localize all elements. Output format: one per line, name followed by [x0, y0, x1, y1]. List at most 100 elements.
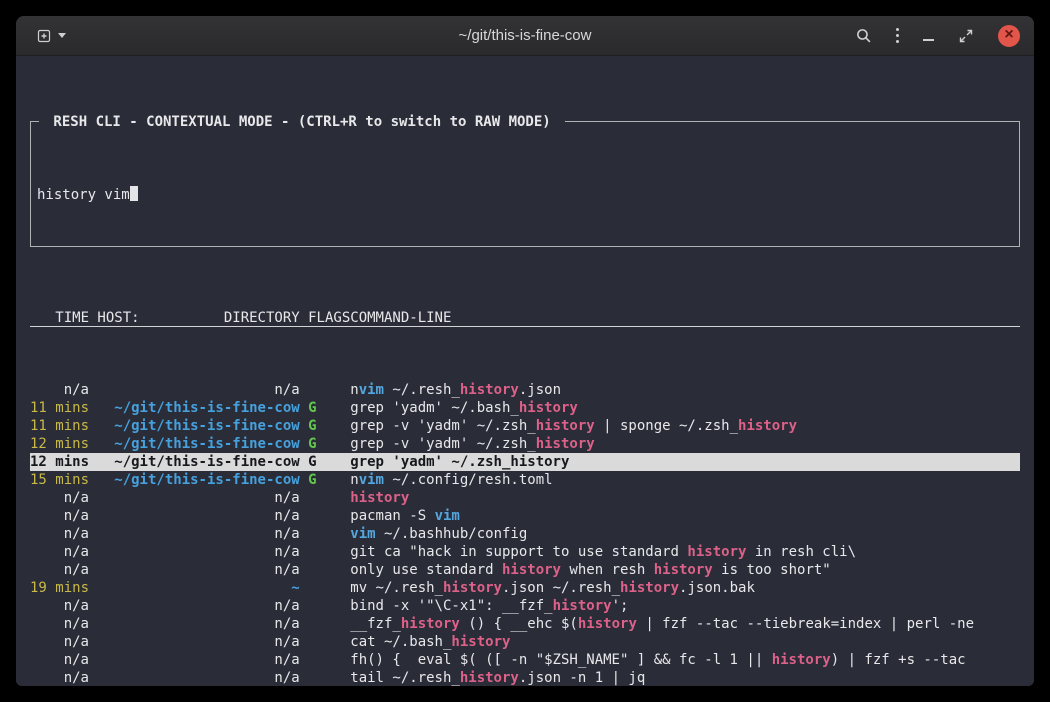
row-flags — [308, 669, 350, 686]
row-command: grep -v 'yadm' ~/.zsh_history — [350, 435, 1020, 453]
match-history: history — [553, 598, 612, 614]
command-text: bind -x '"\C-x1": __fzf_ — [350, 598, 552, 614]
row-command: history — [350, 489, 1020, 507]
row-time: n/a — [30, 615, 89, 633]
history-row[interactable]: 12 mins ~/git/this-is-fine-cow Ggrep -v 'y… — [30, 435, 1020, 453]
chevron-down-icon — [58, 33, 66, 38]
match-history: history — [772, 652, 831, 668]
match-history: history — [502, 562, 561, 578]
match-history: history — [401, 616, 460, 632]
row-time: n/a — [30, 597, 89, 615]
row-command: only use standard history when resh hist… — [350, 561, 1020, 579]
row-time: 15 mins — [30, 471, 89, 489]
command-text: __fzf_ — [350, 616, 401, 632]
minimize-icon — [923, 39, 934, 41]
history-row-selected[interactable]: 12 mins~/git/this-is-fine-cowGgrep 'yadm… — [30, 453, 1020, 471]
row-command: __fzf_history () { __ehc $(history | fzf… — [350, 615, 1020, 633]
match-history: history — [687, 544, 746, 560]
match-vim: vim — [435, 508, 460, 524]
history-row[interactable]: n/an/aonly use standard history when res… — [30, 561, 1020, 579]
match-history: history — [460, 670, 519, 686]
row-flags — [308, 561, 350, 579]
row-location: n/a — [97, 543, 299, 561]
minimize-button[interactable] — [919, 27, 938, 45]
command-text: ~/.bashhub/config — [376, 526, 528, 542]
row-time: n/a — [30, 381, 89, 399]
history-row[interactable]: 19 mins~mv ~/.resh_history.json ~/.resh_… — [30, 579, 1020, 597]
history-row[interactable]: n/an/acat ~/.bash_history — [30, 633, 1020, 651]
command-text: .json ~/.resh_ — [502, 580, 620, 596]
row-location: ~ — [97, 579, 299, 597]
row-location: n/a — [97, 669, 299, 686]
command-text: cat ~/.bash_ — [350, 634, 451, 650]
row-location: ~/git/this-is-fine-cow — [97, 471, 299, 489]
command-text: in resh cli\ — [746, 544, 856, 560]
search-box-title: RESH CLI - CONTEXTUAL MODE - (CTRL+R to … — [39, 113, 565, 131]
command-text: grep 'yadm' ~/.zsh_history — [350, 454, 569, 470]
row-time: n/a — [30, 669, 89, 686]
row-location: ~/git/this-is-fine-cow — [97, 453, 299, 471]
row-flags: G — [308, 471, 350, 489]
command-text: | fzf --tac --tiebreak=index | perl -ne — [637, 616, 974, 632]
search-query-text: history vim — [37, 187, 130, 203]
row-flags — [308, 633, 350, 651]
search-button[interactable] — [851, 23, 876, 48]
search-box: RESH CLI - CONTEXTUAL MODE - (CTRL+R to … — [30, 121, 1020, 247]
history-row[interactable]: n/an/anvim ~/.resh_history.json — [30, 381, 1020, 399]
command-text: .json — [519, 382, 561, 398]
match-history: history — [654, 562, 713, 578]
match-history: history — [536, 418, 595, 434]
row-time: 12 mins — [30, 435, 89, 453]
close-button[interactable]: × — [998, 25, 1020, 47]
column-header-time: TIME — [30, 309, 89, 326]
match-history: history — [738, 418, 797, 434]
row-time: 11 mins — [30, 417, 89, 435]
row-time: 11 mins — [30, 399, 89, 417]
restore-button[interactable] — [954, 24, 978, 48]
table-header: TIME HOST:DIRECTORY FLAGS COMMAND-LINE — [30, 309, 1020, 327]
search-input[interactable]: history vim — [37, 186, 1013, 204]
row-flags — [308, 579, 350, 597]
row-command: grep 'yadm' ~/.zsh_history — [350, 453, 1020, 471]
match-history: history — [536, 436, 595, 452]
row-flags: G — [308, 435, 350, 453]
match-history: history — [443, 580, 502, 596]
history-row[interactable]: n/an/a__fzf_history () { __ehc $(history… — [30, 615, 1020, 633]
command-text: pacman -S — [350, 508, 434, 524]
row-time: n/a — [30, 507, 89, 525]
history-row[interactable]: n/an/apacman -S vim — [30, 507, 1020, 525]
row-location: ~/git/this-is-fine-cow — [97, 435, 299, 453]
column-header-flags: FLAGS — [308, 309, 350, 326]
history-row[interactable]: n/an/atail ~/.resh_history.json -n 1 | j… — [30, 669, 1020, 686]
history-row[interactable]: n/an/avim ~/.bashhub/config — [30, 525, 1020, 543]
new-tab-button[interactable] — [32, 24, 70, 48]
history-row[interactable]: 11 mins~/git/this-is-fine-cowGgrep 'yadm… — [30, 399, 1020, 417]
history-row[interactable]: n/an/afh() { eval $( ([ -n "$ZSH_NAME" ]… — [30, 651, 1020, 669]
row-location: n/a — [97, 489, 299, 507]
row-command: grep -v 'yadm' ~/.zsh_history | sponge ~… — [350, 417, 1020, 435]
row-command: git ca "hack in support to use standard … — [350, 543, 1020, 561]
command-text: grep -v 'yadm' ~/.zsh_ — [350, 418, 535, 434]
command-text: ~/.config/resh.toml — [384, 472, 553, 488]
match-vim: vim — [350, 526, 375, 542]
history-row[interactable]: n/an/ahistory — [30, 489, 1020, 507]
command-text: when resh — [561, 562, 654, 578]
row-command: fh() { eval $( ([ -n "$ZSH_NAME" ] && fc… — [350, 651, 1020, 669]
row-flags — [308, 615, 350, 633]
row-flags — [308, 489, 350, 507]
command-text: is too short" — [713, 562, 831, 578]
row-flags — [308, 507, 350, 525]
row-flags — [308, 597, 350, 615]
search-icon — [855, 27, 872, 44]
history-row[interactable]: n/an/abind -x '"\C-x1": __fzf_history'; — [30, 597, 1020, 615]
history-row[interactable]: 11 mins~/git/this-is-fine-cowGgrep -v 'y… — [30, 417, 1020, 435]
command-text: fh() { eval $( ([ -n "$ZSH_NAME" ] && fc… — [350, 652, 771, 668]
row-location: n/a — [97, 381, 299, 399]
row-flags — [308, 651, 350, 669]
menu-button[interactable] — [892, 24, 903, 47]
row-location: n/a — [97, 561, 299, 579]
history-row[interactable]: n/an/agit ca "hack in support to use sta… — [30, 543, 1020, 561]
command-text: tail ~/.resh_ — [350, 670, 460, 686]
command-text: '; — [612, 598, 629, 614]
history-row[interactable]: 15 mins~/git/this-is-fine-cowGnvim ~/.co… — [30, 471, 1020, 489]
